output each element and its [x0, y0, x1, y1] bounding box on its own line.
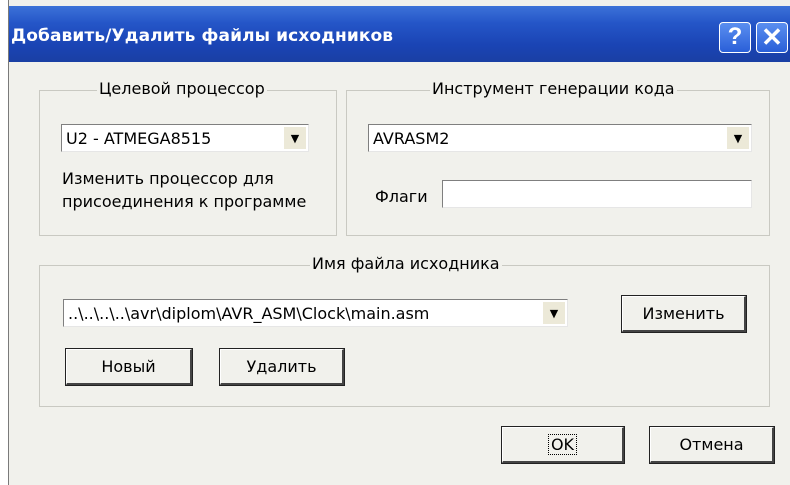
help-icon: ?: [727, 23, 743, 50]
flags-input[interactable]: [442, 180, 752, 208]
cancel-button[interactable]: Отмена: [649, 426, 775, 464]
processor-group: Целевой процессор U2 - ATMEGA8515 ▼ Изме…: [39, 79, 337, 236]
flags-label: Флаги: [375, 187, 428, 206]
source-file-group-legend: Имя файла исходника: [310, 254, 502, 273]
close-button[interactable]: ✕: [756, 22, 788, 53]
dialog-window: Добавить/Удалить файлы исходников ? ✕ Це…: [8, 0, 790, 485]
help-button[interactable]: ?: [719, 22, 751, 53]
ok-button[interactable]: OK: [501, 426, 625, 464]
processor-select[interactable]: U2 - ATMEGA8515 ▼: [61, 124, 309, 152]
window-title: Добавить/Удалить файлы исходников: [11, 26, 394, 46]
chevron-down-icon[interactable]: ▼: [727, 127, 749, 149]
chevron-down-icon[interactable]: ▼: [284, 127, 306, 149]
codegen-group: Инструмент генерации кода AVRASM2 ▼ Флаг…: [346, 79, 770, 236]
codegen-select-value: AVRASM2: [373, 129, 450, 148]
title-bar[interactable]: Добавить/Удалить файлы исходников ? ✕: [9, 6, 790, 62]
delete-button[interactable]: Удалить: [219, 348, 345, 386]
chevron-down-icon[interactable]: ▼: [543, 302, 565, 324]
source-file-group: Имя файла исходника ..\..\..\..\avr\dipl…: [39, 254, 770, 407]
processor-hint-line2: присоединения к программе: [62, 192, 307, 211]
codegen-select[interactable]: AVRASM2 ▼: [368, 124, 752, 152]
source-file-select[interactable]: ..\..\..\..\avr\diplom\AVR_ASM\Clock\mai…: [63, 299, 568, 327]
processor-select-value: U2 - ATMEGA8515: [66, 129, 212, 148]
processor-group-legend: Целевой процессор: [97, 79, 267, 98]
codegen-group-legend: Инструмент генерации кода: [430, 79, 677, 98]
close-icon: ✕: [761, 22, 783, 52]
new-button[interactable]: Новый: [65, 348, 193, 386]
change-button[interactable]: Изменить: [621, 295, 747, 333]
ok-button-label: OK: [547, 434, 578, 455]
source-file-select-value: ..\..\..\..\avr\diplom\AVR_ASM\Clock\mai…: [68, 304, 430, 323]
processor-hint-line1: Изменить процессор для: [62, 169, 274, 188]
